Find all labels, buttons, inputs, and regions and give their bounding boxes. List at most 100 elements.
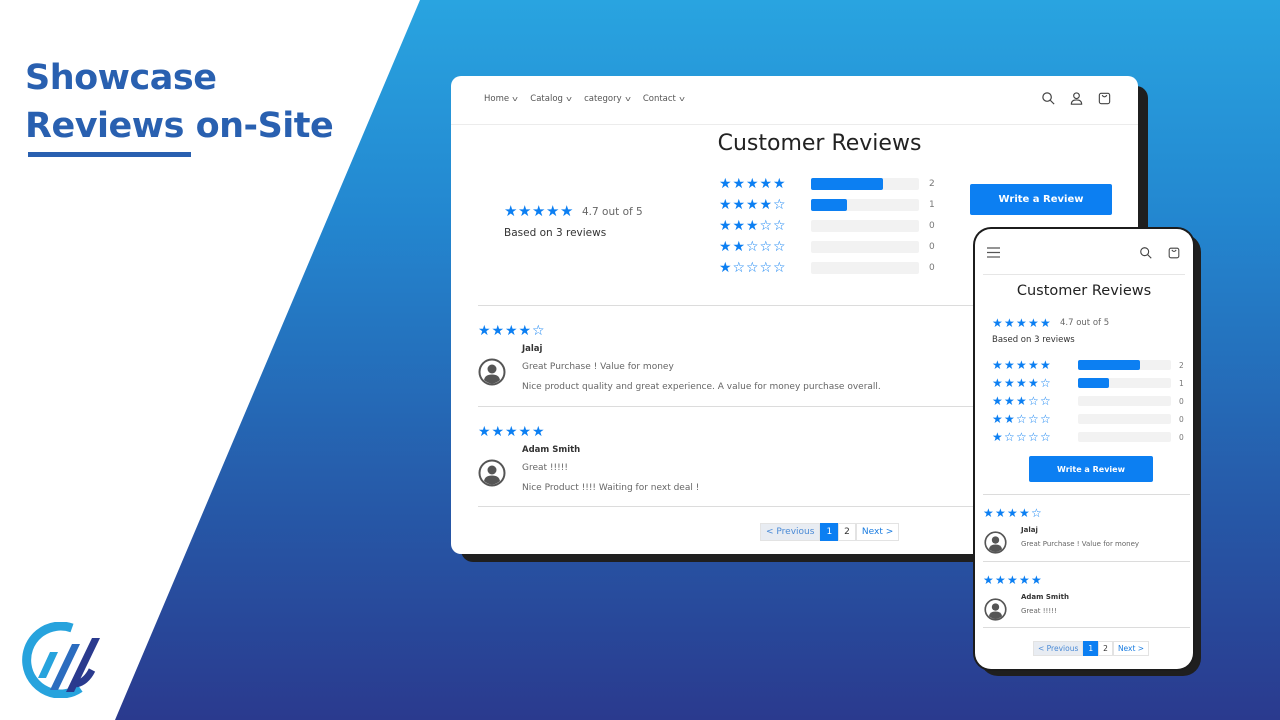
star-filled-icon: ★: [732, 238, 746, 255]
star-filled-icon: ★: [719, 175, 732, 192]
histogram-count: 0: [929, 262, 935, 273]
star-filled-icon: ★: [1004, 412, 1015, 426]
histogram-row-1-star[interactable]: ★ ☆ ☆ ☆ ☆ 0: [992, 428, 1184, 446]
histogram-stars: ★ ★ ★ ★ ☆: [992, 377, 1078, 389]
nav-link-catalog[interactable]: Catalog v: [530, 94, 572, 104]
star-filled-icon: ★: [1004, 358, 1015, 372]
review-item: ★ ★ ★ ★ ★ Adam Smith Great !!!!!: [983, 561, 1190, 628]
histogram-stars: ★ ☆ ☆ ☆ ☆: [719, 261, 811, 275]
histogram-row-4-star[interactable]: ★ ★ ★ ★ ☆ 1: [992, 374, 1184, 392]
star-filled-icon: ★: [746, 217, 759, 234]
star-filled-icon: ★: [491, 323, 505, 339]
star-empty-icon: ☆: [1016, 412, 1027, 426]
star-filled-icon: ★: [1007, 506, 1018, 520]
desktop-nav: Home v Catalog v category v Contact v: [451, 76, 1138, 125]
account-icon[interactable]: [1069, 91, 1084, 106]
star-filled-icon: ★: [983, 573, 994, 587]
star-filled-icon: ★: [1019, 573, 1030, 587]
histogram-row-1-star[interactable]: ★ ☆ ☆ ☆ ☆ 0: [719, 257, 935, 278]
review-stars: ★ ★ ★ ★ ★: [478, 425, 546, 439]
review-title: Great Purchase ! Value for money: [1021, 540, 1140, 548]
star-filled-icon: ★: [759, 175, 773, 192]
mobile-nav: [983, 229, 1185, 275]
star-filled-icon: ★: [1004, 376, 1015, 390]
review-body: Jalaj Great Purchase ! Value for money Nic…: [522, 344, 881, 392]
star-filled-icon: ★: [518, 202, 532, 220]
star-filled-icon: ★: [995, 573, 1006, 587]
cart-icon[interactable]: [1167, 246, 1181, 260]
histogram-row-2-star[interactable]: ★ ★ ☆ ☆ ☆ 0: [719, 236, 935, 257]
mobile-write-review-button[interactable]: Write a Review: [1029, 456, 1153, 482]
histogram-row-5-star[interactable]: ★ ★ ★ ★ ★ 2: [992, 356, 1184, 374]
review-title: Great !!!!!: [522, 463, 568, 473]
nav-link-contact[interactable]: Contact v: [642, 94, 685, 104]
star-filled-icon: ★: [992, 394, 1003, 408]
review-stars: ★ ★ ★ ★ ☆: [983, 507, 1043, 519]
star-filled-icon: ★: [504, 202, 518, 220]
star-filled-icon: ★: [1004, 394, 1015, 408]
star-empty-icon: ☆: [746, 259, 759, 276]
star-filled-icon: ★: [1031, 573, 1042, 587]
nav-link-home[interactable]: Home v: [484, 94, 519, 104]
mobile-average-rating-text: 4.7 out of 5: [1060, 318, 1110, 328]
mobile-device: Customer Reviews ★ ★ ★ ★ ★ 4.7 out of 5 Base…: [973, 227, 1195, 671]
star-filled-icon: ★: [992, 358, 1003, 372]
histogram-bar-track: [1078, 378, 1171, 388]
cart-icon[interactable]: [1097, 91, 1112, 106]
nav-link-category[interactable]: category v: [584, 94, 631, 104]
review-item: ★ ★ ★ ★ ☆ Jalaj Great Purchase ! Value for mon…: [983, 494, 1190, 561]
review-text: Nice Product !!!! Waiting for next deal …: [522, 483, 700, 493]
brand-logo-icon: [22, 622, 100, 698]
histogram-bar-fill: [811, 198, 847, 211]
headline-line-1: Showcase: [25, 58, 217, 98]
histogram-row-3-star[interactable]: ★ ★ ★ ☆ ☆ 0: [719, 215, 935, 236]
page-1-button[interactable]: 1: [820, 523, 839, 541]
histogram-stars: ★ ★ ☆ ☆ ☆: [992, 413, 1078, 425]
star-filled-icon: ★: [478, 424, 491, 440]
next-page-button[interactable]: Next >: [1112, 641, 1150, 656]
next-page-button[interactable]: Next >: [855, 523, 900, 541]
star-empty-icon: ☆: [759, 259, 773, 276]
write-review-button[interactable]: Write a Review: [970, 184, 1112, 215]
star-filled-icon: ★: [746, 175, 759, 192]
review-body: Jalaj Great Purchase ! Value for money: [1021, 526, 1139, 548]
avatar-icon: [984, 531, 1007, 554]
histogram-row-3-star[interactable]: ★ ★ ★ ☆ ☆ 0: [992, 392, 1184, 410]
histogram-row-5-star[interactable]: ★ ★ ★ ★ ★ 2: [719, 173, 935, 194]
star-empty-icon: ☆: [1031, 506, 1042, 520]
page-2-button[interactable]: 2: [838, 523, 856, 541]
histogram-stars: ★ ☆ ☆ ☆ ☆: [992, 431, 1078, 443]
mobile-page-title: Customer Reviews: [1016, 283, 1152, 299]
histogram-bar-track: [1078, 396, 1171, 406]
histogram-bar-fill: [1078, 360, 1141, 370]
headline-line-2: Reviews on-Site: [25, 106, 334, 146]
menu-icon[interactable]: [987, 247, 1000, 258]
star-filled-icon: ★: [992, 376, 1003, 390]
star-filled-icon: ★: [759, 196, 773, 213]
star-empty-icon: ☆: [1004, 430, 1015, 444]
star-filled-icon: ★: [1028, 376, 1039, 390]
star-filled-icon: ★: [478, 323, 491, 339]
previous-page-button[interactable]: < Previous: [1033, 641, 1084, 656]
review-author: Jalaj: [1021, 526, 1038, 534]
mobile-screen: Customer Reviews ★ ★ ★ ★ ★ 4.7 out of 5 Base…: [975, 229, 1193, 669]
histogram-row-4-star[interactable]: ★ ★ ★ ★ ☆ 1: [719, 194, 935, 215]
page-1-button[interactable]: 1: [1083, 641, 1099, 656]
previous-page-button[interactable]: < Previous: [760, 523, 821, 541]
histogram-stars: ★ ★ ★ ★ ★: [719, 177, 811, 191]
histogram-row-2-star[interactable]: ★ ★ ☆ ☆ ☆ 0: [992, 410, 1184, 428]
nav-link-label: Contact: [642, 94, 676, 104]
chevron-down-icon: v: [512, 95, 519, 103]
review-title: Great !!!!!: [1021, 607, 1057, 615]
histogram-bar-track: [811, 198, 919, 211]
page-2-button[interactable]: 2: [1098, 641, 1113, 656]
search-icon[interactable]: [1139, 246, 1153, 260]
star-empty-icon: ☆: [1028, 412, 1039, 426]
histogram-count: 2: [929, 178, 935, 189]
star-filled-icon: ★: [719, 196, 732, 213]
star-empty-icon: ☆: [1040, 430, 1051, 444]
histogram-count: 0: [1179, 414, 1184, 424]
star-filled-icon: ★: [732, 196, 746, 213]
search-icon[interactable]: [1041, 91, 1056, 106]
review-body: Adam Smith Great !!!!!: [1021, 593, 1069, 615]
